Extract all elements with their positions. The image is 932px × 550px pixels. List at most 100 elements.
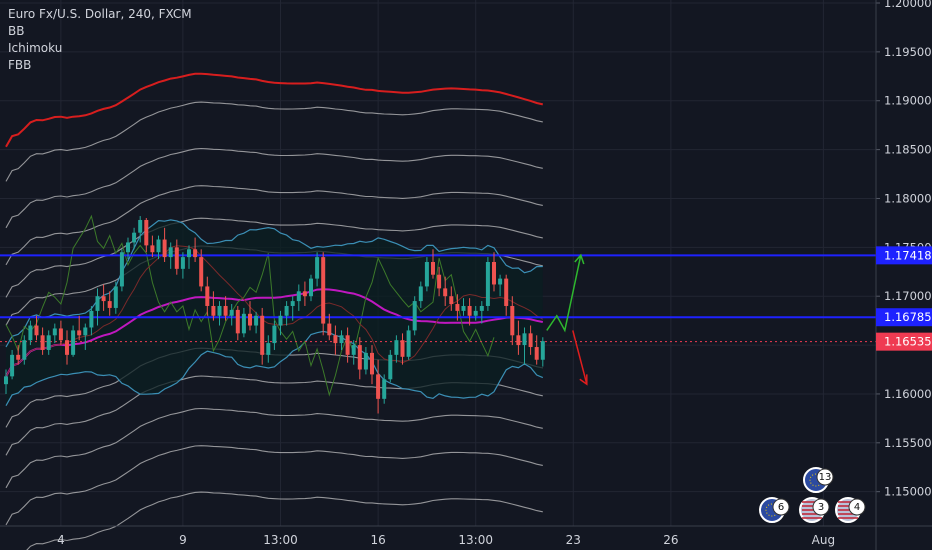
candle-body [498, 278, 503, 285]
candle-body [199, 257, 204, 287]
candle-body [290, 301, 295, 306]
candle-body [473, 310, 478, 316]
candle-body [540, 341, 545, 360]
candle-body [534, 347, 539, 360]
candle-body [510, 305, 515, 336]
candle-body [28, 325, 33, 341]
indicator-fbb[interactable]: FBB [8, 57, 192, 74]
candle-body [449, 296, 454, 305]
candle-body [516, 335, 521, 346]
candle-body [376, 374, 381, 399]
candle-body [370, 352, 374, 375]
candle-body [138, 219, 143, 233]
price-label-text: 1.17418 [884, 248, 932, 262]
candle-body [284, 305, 289, 316]
x-tick-label: Aug [812, 533, 835, 547]
candle-body [479, 305, 484, 311]
price-chart[interactable]: 1.200001.195001.190001.185001.180001.175… [0, 0, 932, 550]
y-tick-label: 1.16000 [884, 387, 932, 401]
candle-body [132, 232, 137, 243]
candle-body [180, 257, 185, 269]
candle-body [455, 304, 460, 311]
candle-body [357, 345, 362, 370]
candle-body [327, 323, 332, 336]
candle-body [83, 327, 88, 336]
candle-body [4, 376, 8, 385]
candle-body [272, 325, 277, 344]
y-tick-label: 1.15000 [884, 485, 932, 499]
candle-body [437, 274, 442, 289]
chart-legend: Euro Fx/U.S. Dollar, 240, FXCM BB Ichimo… [8, 6, 192, 74]
indicator-bb[interactable]: BB [8, 23, 192, 40]
candle-body [52, 328, 57, 336]
candle-body [217, 305, 222, 316]
candle-body [211, 305, 216, 316]
candle-body [46, 335, 51, 350]
candle-body [235, 309, 240, 334]
candle-body [150, 245, 155, 253]
candle-body [40, 335, 45, 350]
chart-container[interactable]: 1.200001.195001.190001.185001.180001.175… [0, 0, 932, 550]
candle-body [467, 305, 472, 316]
candle-body [22, 340, 27, 360]
candle-body [406, 330, 411, 357]
candle-body [266, 343, 271, 355]
y-tick-label: 1.18500 [884, 143, 932, 157]
candle-body [89, 310, 94, 328]
x-tick-label: 4 [57, 533, 65, 547]
candle-body [418, 286, 423, 302]
y-tick-label: 1.19000 [884, 94, 932, 108]
candle-body [248, 313, 252, 326]
candle-body [119, 252, 124, 287]
candle-body [156, 239, 161, 253]
x-tick-label: 13:00 [263, 533, 298, 547]
candle-body [302, 291, 307, 297]
candle-body [10, 354, 15, 377]
candle-body [241, 313, 246, 334]
candle-body [382, 379, 387, 399]
candle-body [412, 301, 417, 331]
x-tick-label: 26 [663, 533, 678, 547]
y-tick-label: 1.19500 [884, 45, 932, 59]
chart-title[interactable]: Euro Fx/U.S. Dollar, 240, FXCM [8, 6, 192, 23]
candle-body [363, 352, 368, 370]
x-tick-label: 13:00 [458, 533, 493, 547]
candle-body [351, 345, 356, 355]
event-count-label: 13 [819, 472, 832, 483]
x-tick-label: 9 [179, 533, 187, 547]
candle-body [400, 340, 405, 357]
candle-body [254, 315, 259, 326]
candle-body [315, 257, 320, 279]
candle-body [144, 219, 149, 246]
candle-body [187, 249, 191, 258]
candle-body [321, 257, 326, 324]
candle-body [95, 296, 100, 311]
candle-body [528, 333, 533, 348]
candle-body [522, 333, 527, 346]
candle-body [16, 354, 21, 360]
indicator-ichimoku[interactable]: Ichimoku [8, 40, 192, 57]
candle-body [443, 288, 448, 297]
candle-body [296, 291, 301, 302]
candle-body [168, 247, 173, 258]
event-count-label: 3 [818, 502, 824, 513]
candle-body [309, 278, 313, 297]
candle-body [77, 330, 82, 336]
candle-body [333, 335, 338, 344]
candle-body [58, 328, 63, 341]
candle-body [107, 301, 112, 308]
candle-body [162, 239, 167, 258]
event-count-label: 6 [778, 502, 784, 513]
candle-body [174, 247, 179, 269]
candle-body [394, 340, 399, 355]
candle-body [113, 286, 118, 308]
candle-body [345, 335, 350, 355]
y-tick-label: 1.17000 [884, 289, 932, 303]
candle-body [260, 315, 265, 355]
event-count-label: 4 [854, 502, 860, 513]
candle-body [485, 262, 490, 306]
candle-body [431, 262, 435, 275]
candle-body [278, 315, 283, 326]
candle-body [71, 330, 76, 355]
x-tick-label: 23 [566, 533, 581, 547]
